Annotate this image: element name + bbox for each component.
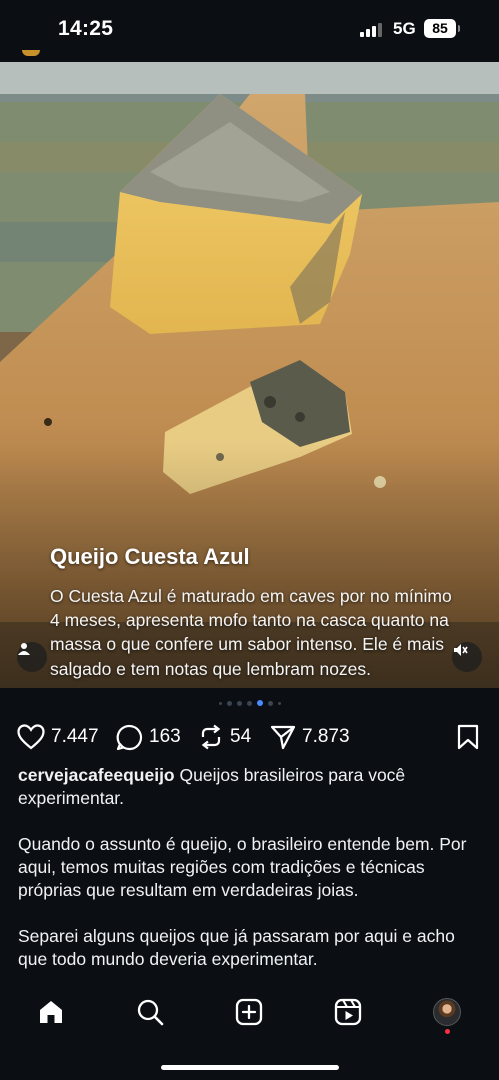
home-icon [40, 1001, 62, 1023]
signal-icon [360, 23, 382, 37]
tab-create[interactable] [233, 996, 265, 1028]
repost-count: 54 [230, 726, 252, 747]
like-button[interactable]: 7.447 [17, 720, 99, 754]
like-count: 7.447 [51, 726, 99, 747]
create-icon [235, 998, 263, 1026]
mute-button[interactable] [452, 642, 482, 672]
comment-button[interactable]: 163 [116, 720, 181, 754]
notification-dot [445, 1029, 450, 1034]
post-caption: cervejacafeequeijo Queijos brasileiros p… [18, 764, 488, 994]
reels-icon [334, 998, 362, 1026]
status-bar: 14:25 5G 85 [0, 0, 499, 62]
send-icon [270, 725, 296, 750]
carousel-dot [236, 700, 242, 706]
tab-home[interactable] [35, 996, 67, 1028]
carousel-indicator [0, 700, 499, 706]
carousel-dot-active [256, 700, 263, 706]
caption-line: Quando o assunto é queijo, o brasileiro … [18, 834, 467, 900]
previous-post-avatar [22, 50, 40, 56]
carousel-dot [267, 700, 273, 706]
speaker-muted-icon [454, 644, 468, 656]
search-icon [137, 999, 164, 1026]
heart-icon [17, 724, 45, 750]
carousel-dot [246, 700, 252, 706]
carousel-dot [218, 701, 222, 705]
tagged-people-button[interactable] [17, 642, 47, 672]
repost-icon [201, 724, 221, 750]
tab-search[interactable] [134, 996, 166, 1028]
carousel-dot [226, 700, 232, 706]
bookmark-icon [457, 724, 479, 750]
battery-level: 85 [432, 20, 448, 36]
image-text: O Cuesta Azul é maturado em caves por no… [50, 586, 452, 679]
action-bar: 7.447 163 54 7.873 [0, 720, 499, 754]
tab-reels[interactable] [332, 996, 364, 1028]
comment-count: 163 [149, 726, 181, 747]
person-icon [18, 643, 30, 655]
profile-avatar [433, 998, 461, 1026]
share-count: 7.873 [302, 726, 350, 747]
network-label: 5G [393, 19, 416, 38]
caption-line: Separei alguns queijos que já passaram p… [18, 926, 455, 969]
battery-icon: 85 [424, 19, 460, 38]
repost-button[interactable]: 54 [198, 720, 251, 754]
save-button[interactable] [457, 720, 479, 754]
home-indicator[interactable] [161, 1065, 339, 1070]
post-image[interactable]: Queijo Cuesta Azul O Cuesta Azul é matur… [0, 62, 499, 688]
share-button[interactable]: 7.873 [270, 720, 350, 754]
caption-line: cervejacafeequeijo Queijos brasileiros p… [18, 764, 488, 810]
comment-icon [116, 724, 143, 750]
carousel-dot [277, 701, 281, 705]
username-link[interactable]: cervejacafeequeijo [18, 765, 175, 785]
image-title: Queijo Cuesta Azul [50, 544, 250, 569]
tab-profile[interactable] [431, 996, 463, 1028]
status-time: 14:25 [58, 17, 114, 40]
